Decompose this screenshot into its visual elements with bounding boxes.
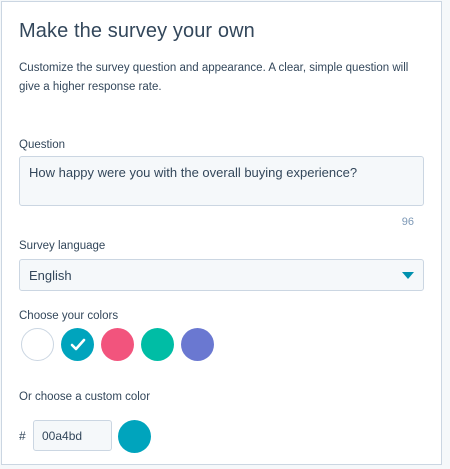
panel-title: Make the survey your own (19, 20, 255, 42)
custom-color-input[interactable]: 00a4bd (33, 420, 112, 451)
custom-color-label: Or choose a custom color (19, 391, 151, 403)
color-swatch-white[interactable] (21, 328, 54, 361)
colors-label: Choose your colors (19, 310, 119, 322)
color-swatch-purple[interactable] (181, 328, 214, 361)
hash-prefix: # (19, 429, 26, 443)
survey-settings-panel: Make the survey your own Customize the s… (1, 1, 442, 465)
checkmark-icon (70, 338, 85, 351)
language-selected-value: English (29, 267, 72, 283)
color-swatch-green[interactable] (141, 328, 174, 361)
panel-description: Customize the survey question and appear… (19, 62, 409, 93)
chevron-down-icon (402, 271, 414, 279)
color-swatch-list (21, 328, 214, 361)
language-label: Survey language (19, 240, 106, 252)
color-swatch-teal-selected[interactable] (61, 328, 94, 361)
question-label: Question (19, 139, 66, 151)
question-textarea[interactable]: How happy were you with the overall buyi… (19, 156, 424, 206)
language-select[interactable]: English (19, 259, 424, 291)
custom-color-preview[interactable] (118, 420, 151, 453)
character-count: 96 (401, 216, 414, 228)
color-swatch-pink[interactable] (101, 328, 134, 361)
